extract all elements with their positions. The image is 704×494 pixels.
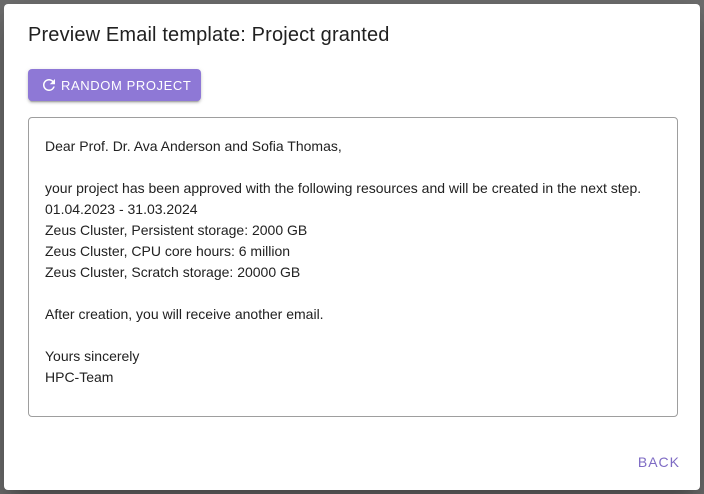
email-blank-line xyxy=(45,283,661,304)
random-project-button[interactable]: Random Project xyxy=(28,69,202,101)
email-resource-scratch: Zeus Cluster, Scratch storage: 20000 GB xyxy=(45,264,301,280)
random-project-label: Random Project xyxy=(61,77,192,93)
email-signature: HPC-Team xyxy=(45,369,114,385)
dialog-title: Preview Email template: Project granted xyxy=(28,24,390,46)
email-closing: Yours sincerely xyxy=(45,348,140,364)
back-button[interactable]: Back xyxy=(634,448,684,476)
email-greeting: Dear Prof. Dr. Ava Anderson and Sofia Th… xyxy=(45,138,342,154)
email-preview-body: Dear Prof. Dr. Ava Anderson and Sofia Th… xyxy=(28,117,678,417)
email-blank-line xyxy=(45,325,661,346)
email-followup: After creation, you will receive another… xyxy=(45,306,324,322)
email-resource-persistent: Zeus Cluster, Persistent storage: 2000 G… xyxy=(45,222,308,238)
email-resource-cpu: Zeus Cluster, CPU core hours: 6 million xyxy=(45,243,291,259)
email-period: 01.04.2023 - 31.03.2024 xyxy=(45,201,198,217)
email-blank-line xyxy=(45,157,661,178)
email-intro: your project has been approved with the … xyxy=(45,180,642,196)
refresh-icon xyxy=(40,76,58,94)
email-preview-dialog: Preview Email template: Project granted … xyxy=(4,4,700,490)
